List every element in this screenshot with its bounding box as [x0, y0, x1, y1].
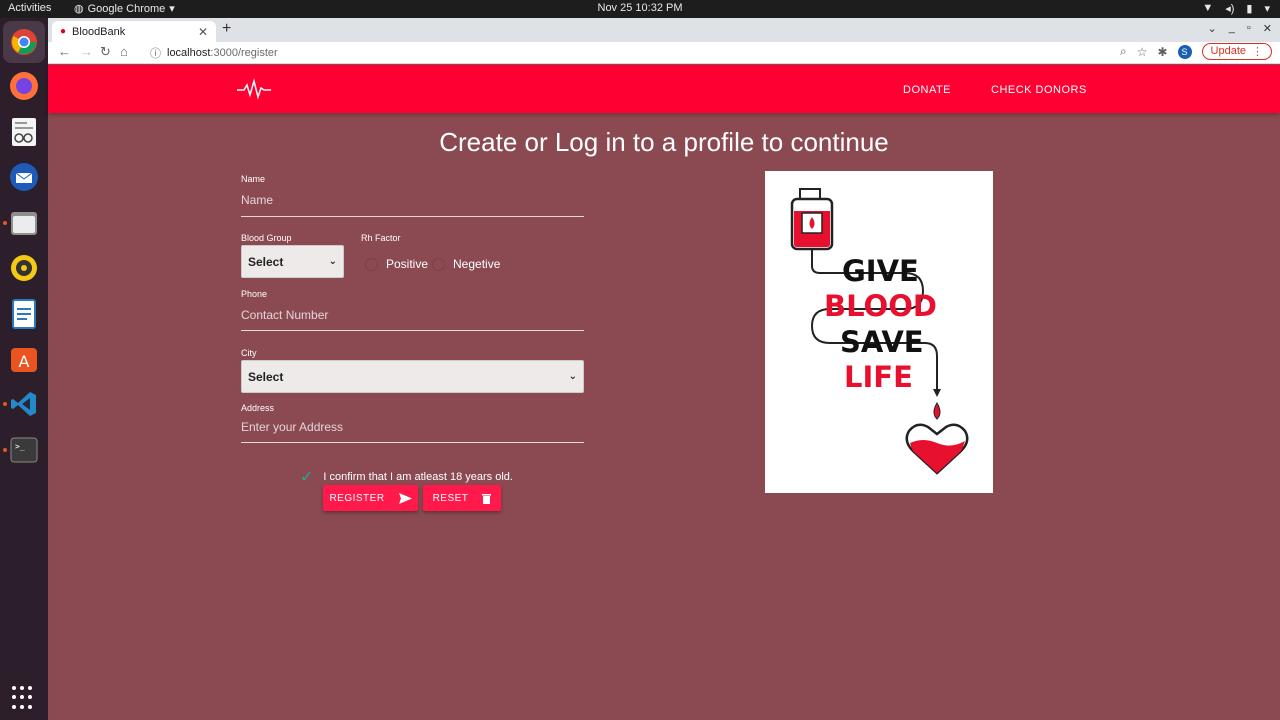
poster-line-save: SAVE	[840, 325, 924, 359]
tab-bloodbank[interactable]: ● BloodBank ✕	[52, 21, 216, 42]
terminal-dock-icon[interactable]: >_	[8, 434, 40, 466]
extensions-icon[interactable]: ✱	[1157, 45, 1167, 59]
checkmark-icon: ✓	[300, 469, 314, 486]
city-label: City	[241, 348, 257, 358]
system-clock[interactable]: Nov 25 10:32 PM	[0, 2, 1280, 14]
browser-tab-bar: ● BloodBank ✕ + ⌄ _ ▫ ✕	[48, 18, 1280, 42]
address-field-wrapper	[241, 418, 584, 443]
browser-toolbar: ← → ↻ ⌂ ⓘ localhost :3000/register ⌕ ☆ ✱…	[48, 42, 1280, 64]
chevron-down-icon: ⌄	[568, 371, 577, 382]
wifi-icon: ▼	[1202, 2, 1214, 14]
chevron-down-icon: ▾	[1264, 3, 1270, 15]
update-button[interactable]: Update ⋮	[1201, 43, 1272, 60]
give-blood-poster: GIVE BLOOD SAVE LIFE	[765, 171, 993, 493]
phone-label: Phone	[241, 289, 268, 299]
update-label: Update	[1210, 45, 1246, 57]
age-confirm-label: I confirm that I am atleast 18 years old…	[323, 471, 513, 483]
svg-text:A: A	[19, 352, 30, 371]
rh-factor-label: Rh Factor	[361, 233, 401, 243]
restore-icon[interactable]: ▫	[1247, 22, 1251, 35]
rhythmbox-dock-icon[interactable]	[8, 252, 40, 284]
name-field-wrapper	[241, 191, 584, 217]
trash-icon	[482, 493, 492, 504]
thunderbird-dock-icon[interactable]	[8, 161, 40, 193]
firefox-dock-icon[interactable]	[8, 70, 40, 102]
close-window-icon[interactable]: ✕	[1263, 22, 1272, 35]
register-label: REGISTER	[329, 492, 385, 504]
poster-line-life: LIFE	[844, 360, 913, 394]
volume-icon: ◂)	[1225, 3, 1235, 15]
tab-title: BloodBank	[72, 25, 126, 38]
forward-icon[interactable]: →	[80, 44, 93, 59]
toolbar-actions: ⌕ ☆ ✱ S Update ⋮	[1120, 43, 1272, 60]
reset-label: RESET	[432, 492, 469, 504]
profile-avatar[interactable]: S	[1177, 44, 1192, 59]
blood-drop-favicon-icon: ●	[60, 26, 67, 37]
register-button[interactable]: REGISTER	[323, 485, 418, 511]
city-select[interactable]: Select ⌄	[241, 360, 584, 393]
poster-line-blood: BLOOD	[824, 289, 937, 323]
chevron-down-icon[interactable]: ⌄	[1208, 22, 1217, 35]
show-apps-icon[interactable]	[12, 686, 36, 710]
rh-positive-radio[interactable]: Positive	[365, 257, 428, 271]
document-viewer-dock-icon[interactable]	[8, 116, 40, 148]
page-title: Create or Log in to a profile to continu…	[439, 127, 889, 157]
reload-icon[interactable]: ↻	[100, 44, 111, 60]
radio-circle-icon	[365, 257, 378, 271]
new-tab-icon[interactable]: +	[222, 20, 231, 38]
software-center-dock-icon[interactable]: A	[8, 343, 40, 375]
system-top-bar: Activities ◍ Google Chrome ▾ Nov 25 10:3…	[0, 0, 1280, 18]
zoom-icon[interactable]: ⌕	[1120, 44, 1127, 59]
age-confirm-checkbox[interactable]: ✓ I confirm that I am atleast 18 years o…	[300, 467, 513, 487]
writer-dock-icon[interactable]	[8, 298, 40, 330]
window-controls: ⌄ _ ▫ ✕	[1208, 22, 1272, 35]
site-info-icon[interactable]: ⓘ	[150, 45, 161, 61]
url-host: localhost	[167, 47, 211, 59]
name-input[interactable]	[241, 193, 584, 207]
city-value: Select	[248, 369, 284, 384]
bookmark-star-icon[interactable]: ☆	[1137, 45, 1148, 59]
address-label: Address	[241, 403, 275, 413]
blood-group-value: Select	[248, 254, 284, 269]
phone-field-wrapper	[241, 306, 584, 331]
close-icon[interactable]: ✕	[198, 25, 208, 39]
vscode-dock-icon[interactable]	[8, 388, 40, 420]
rh-negative-radio[interactable]: Negetive	[432, 257, 500, 271]
minimize-icon[interactable]: _	[1229, 22, 1235, 35]
rh-negative-label: Negetive	[453, 257, 501, 271]
poster-line-give: GIVE	[842, 254, 919, 288]
send-icon	[398, 492, 412, 504]
address-bar[interactable]: ⓘ localhost :3000/register	[144, 43, 1154, 63]
phone-input[interactable]	[241, 308, 584, 322]
files-dock-icon[interactable]	[8, 207, 40, 239]
name-label: Name	[241, 174, 266, 184]
nav-link-check-donors[interactable]: CHECK DONORS	[991, 84, 1087, 96]
svg-text:>_: >_	[15, 442, 25, 451]
site-navbar: DONATE CHECK DONORS	[48, 65, 1280, 113]
blood-group-label: Blood Group	[241, 233, 292, 243]
rh-positive-label: Positive	[386, 257, 429, 271]
web-page: DONATE CHECK DONORS Create or Log in to …	[48, 65, 1280, 720]
blood-group-select[interactable]: Select ⌄	[241, 245, 344, 278]
reset-button[interactable]: RESET	[423, 485, 501, 511]
url-path: :3000/register	[210, 47, 278, 59]
heartbeat-logo-icon[interactable]	[236, 77, 272, 101]
battery-icon: ▮	[1246, 3, 1253, 15]
home-icon[interactable]: ⌂	[120, 44, 128, 59]
radio-circle-icon	[432, 257, 445, 271]
back-icon[interactable]: ←	[58, 44, 71, 59]
chrome-dock-icon[interactable]	[3, 21, 45, 63]
address-input[interactable]	[241, 420, 584, 434]
system-tray[interactable]: ▼ ◂) ▮ ▾	[1202, 2, 1270, 15]
dock: A >_	[0, 18, 48, 720]
nav-link-donate[interactable]: DONATE	[903, 84, 951, 96]
chevron-down-icon: ⌄	[328, 256, 337, 267]
more-vert-icon: ⋮	[1252, 46, 1263, 58]
